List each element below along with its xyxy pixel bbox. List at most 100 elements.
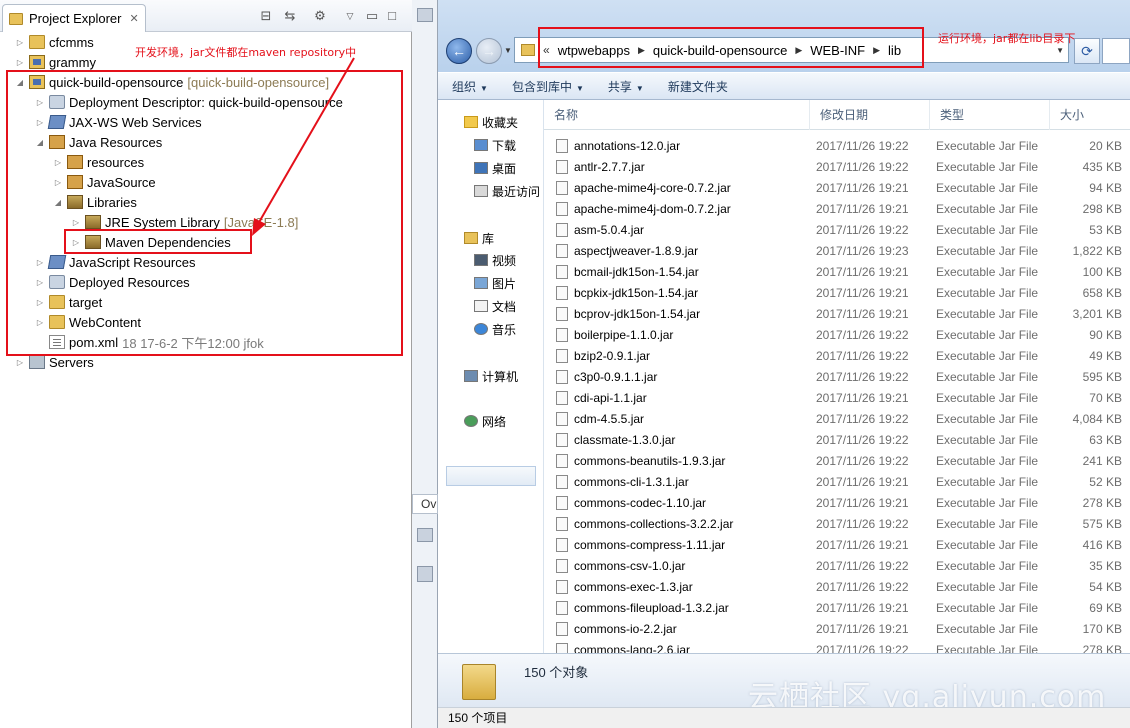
binary-icon[interactable] xyxy=(417,566,433,582)
file-row[interactable]: commons-compress-1.11.jar 2017/11/26 19:2… xyxy=(544,534,1130,555)
perspective-icon[interactable] xyxy=(417,8,433,22)
breadcrumb-item[interactable]: wtpwebapps xyxy=(552,43,636,58)
file-row[interactable]: commons-csv-1.0.jar 2017/11/26 19:22 Execu… xyxy=(544,555,1130,576)
file-row[interactable]: c3p0-0.9.1.1.jar 2017/11/26 19:22 Executab… xyxy=(544,366,1130,387)
tree-item-deployment-descriptor[interactable]: ▷ Deployment Descriptor: quick-build-open… xyxy=(34,92,347,112)
share-button[interactable]: 共享 ▼ xyxy=(596,78,656,95)
nav-downloads[interactable]: 下载 xyxy=(474,136,516,154)
outline-tab[interactable]: Ov xyxy=(412,494,438,514)
file-row[interactable]: commons-cli-1.3.1.jar 2017/11/26 19:21 Exe… xyxy=(544,471,1130,492)
tree-item-source-folder-javasource[interactable]: ▷ JavaSource xyxy=(52,172,160,192)
nav-recent[interactable]: 最近访问 xyxy=(474,182,540,200)
expanded-twistie-icon[interactable]: ◢ xyxy=(52,198,64,207)
file-row[interactable]: antlr-2.7.7.jar 2017/11/26 19:22 Executabl… xyxy=(544,156,1130,177)
file-row[interactable]: bcprov-jdk15on-1.54.jar 2017/11/26 19:21 E… xyxy=(544,303,1130,324)
minimize-icon[interactable]: ▭ xyxy=(364,8,380,24)
nav-computer[interactable]: 计算机 xyxy=(464,367,518,385)
tree-item-project-servers[interactable]: ▷ Servers xyxy=(14,352,98,372)
nav-desktop[interactable]: 桌面 xyxy=(474,159,516,177)
organize-button[interactable]: 组织 ▼ xyxy=(438,78,500,95)
new-folder-button[interactable]: 新建文件夹 xyxy=(656,78,740,95)
breadcrumb-overflow[interactable]: « xyxy=(541,43,552,57)
maximize-icon[interactable]: □ xyxy=(384,8,400,24)
nav-pictures[interactable]: 图片 xyxy=(474,274,516,292)
file-row[interactable]: bcpkix-jdk15on-1.54.jar 2017/11/26 19:21 E… xyxy=(544,282,1130,303)
tab-project-explorer[interactable]: Project Explorer ✕ xyxy=(2,4,146,32)
address-dropdown-icon[interactable]: ▼ xyxy=(1056,46,1064,55)
tree-item-jax-ws-web-services[interactable]: ▷ JAX-WS Web Services xyxy=(34,112,206,132)
filters-icon[interactable]: ⚙ xyxy=(312,8,328,24)
collapsed-twistie-icon[interactable]: ▷ xyxy=(52,158,64,167)
back-button[interactable]: ← xyxy=(446,38,472,64)
collapsed-twistie-icon[interactable]: ▷ xyxy=(34,318,46,327)
tree-item-libraries[interactable]: ◢ Libraries xyxy=(52,192,141,212)
forward-button[interactable]: → xyxy=(476,38,502,64)
breadcrumb-sep-icon[interactable]: ▶ xyxy=(871,45,882,56)
file-row[interactable]: boilerpipe-1.1.0.jar 2017/11/26 19:22 Exec… xyxy=(544,324,1130,345)
file-row[interactable]: commons-fileupload-1.3.2.jar 2017/11/26 1… xyxy=(544,597,1130,618)
nav-libraries[interactable]: 库 xyxy=(464,229,494,247)
file-row[interactable]: commons-io-2.2.jar 2017/11/26 19:21 Execut… xyxy=(544,618,1130,639)
tree-item-jre-system-library[interactable]: ▷ JRE System Library [JavaSE-1.8] xyxy=(70,212,298,232)
file-row[interactable]: asm-5.0.4.jar 2017/11/26 19:22 Executable … xyxy=(544,219,1130,240)
nav-videos[interactable]: 视频 xyxy=(474,251,516,269)
close-tab-icon[interactable]: ✕ xyxy=(129,12,138,25)
tree-item-project-grammy[interactable]: ▷ grammy xyxy=(14,52,100,72)
breadcrumb-sep-icon[interactable]: ▶ xyxy=(636,45,647,56)
nav-network[interactable]: 网络 xyxy=(464,412,506,430)
breadcrumb-item[interactable]: quick-build-opensource xyxy=(647,43,793,58)
collapsed-twistie-icon[interactable]: ▷ xyxy=(70,238,82,247)
file-row[interactable]: commons-beanutils-1.9.3.jar 2017/11/26 19… xyxy=(544,450,1130,471)
tree-item-javascript-resources[interactable]: ▷ JavaScript Resources xyxy=(34,252,199,272)
file-row[interactable]: cdi-api-1.1.jar 2017/11/26 19:21 Executabl… xyxy=(544,387,1130,408)
tree-item-maven-dependencies[interactable]: ▷ Maven Dependencies xyxy=(70,232,235,252)
tree-item-project-quick-build-opensource[interactable]: ◢ quick-build-opensource [quick-build-open… xyxy=(14,72,329,92)
tree-item-deployed-resources[interactable]: ▷ Deployed Resources xyxy=(34,272,194,292)
collapsed-twistie-icon[interactable]: ▷ xyxy=(34,98,46,107)
expanded-twistie-icon[interactable]: ◢ xyxy=(14,78,26,87)
column-date[interactable]: 修改日期 xyxy=(810,100,930,130)
refresh-button[interactable]: ⟳ xyxy=(1074,38,1100,64)
file-row[interactable]: commons-exec-1.3.jar 2017/11/26 19:22 Exec… xyxy=(544,576,1130,597)
link-with-editor-icon[interactable]: ⇆ xyxy=(282,8,298,24)
column-size[interactable]: 大小 xyxy=(1050,100,1130,130)
nav-documents[interactable]: 文档 xyxy=(474,297,516,315)
collapsed-twistie-icon[interactable]: ▷ xyxy=(52,178,64,187)
file-row[interactable]: commons-collections-3.2.2.jar 2017/11/26 … xyxy=(544,513,1130,534)
tree-item-folder-target[interactable]: ▷ target xyxy=(34,292,106,312)
outline-icon[interactable] xyxy=(417,528,433,542)
recent-pages-icon[interactable]: ▼ xyxy=(504,46,512,55)
tree-item-java-resources[interactable]: ◢ Java Resources xyxy=(34,132,166,152)
tree-item-source-folder-resources[interactable]: ▷ resources xyxy=(52,152,148,172)
tree-item-folder-webcontent[interactable]: ▷ WebContent xyxy=(34,312,145,332)
file-row[interactable]: bcmail-jdk15on-1.54.jar 2017/11/26 19:21 E… xyxy=(544,261,1130,282)
search-input[interactable] xyxy=(1102,38,1130,64)
file-row[interactable]: annotations-12.0.jar 2017/11/26 19:22 Exec… xyxy=(544,135,1130,156)
tree-item-file-pom-xml[interactable]: pom.xml 18 17-6-2 下午12:00 jfok xyxy=(34,332,264,352)
collapsed-twistie-icon[interactable]: ▷ xyxy=(70,218,82,227)
breadcrumb-sep-icon[interactable]: ▶ xyxy=(793,45,804,56)
nav-favorites[interactable]: 收藏夹 xyxy=(464,113,518,131)
collapsed-twistie-icon[interactable]: ▷ xyxy=(14,358,26,367)
collapsed-twistie-icon[interactable]: ▷ xyxy=(14,38,26,47)
file-row[interactable]: apache-mime4j-dom-0.7.2.jar 2017/11/26 19… xyxy=(544,198,1130,219)
nav-music[interactable]: 音乐 xyxy=(474,320,516,338)
collapsed-twistie-icon[interactable]: ▷ xyxy=(34,118,46,127)
collapsed-twistie-icon[interactable]: ▷ xyxy=(34,298,46,307)
file-row[interactable]: cdm-4.5.5.jar 2017/11/26 19:22 Executable … xyxy=(544,408,1130,429)
breadcrumb-item[interactable]: WEB-INF xyxy=(804,43,871,58)
file-row[interactable]: bzip2-0.9.1.jar 2017/11/26 19:22 Executabl… xyxy=(544,345,1130,366)
breadcrumb-item[interactable]: lib xyxy=(882,43,907,58)
tree-item-project-cfcmms[interactable]: ▷ cfcmms xyxy=(14,32,98,52)
expanded-twistie-icon[interactable]: ◢ xyxy=(34,138,46,147)
column-name[interactable]: 名称 xyxy=(544,100,810,130)
collapsed-twistie-icon[interactable]: ▷ xyxy=(34,258,46,267)
file-row[interactable]: aspectjweaver-1.8.9.jar 2017/11/26 19:23 E… xyxy=(544,240,1130,261)
collapse-all-icon[interactable]: ⊟ xyxy=(258,8,274,24)
view-menu-icon[interactable]: ▽ xyxy=(342,8,358,24)
collapsed-twistie-icon[interactable]: ▷ xyxy=(14,58,26,67)
column-type[interactable]: 类型 xyxy=(930,100,1050,130)
file-row[interactable]: commons-codec-1.10.jar 2017/11/26 19:21 Ex… xyxy=(544,492,1130,513)
file-row[interactable]: classmate-1.3.0.jar 2017/11/26 19:22 Execu… xyxy=(544,429,1130,450)
collapsed-twistie-icon[interactable]: ▷ xyxy=(34,278,46,287)
